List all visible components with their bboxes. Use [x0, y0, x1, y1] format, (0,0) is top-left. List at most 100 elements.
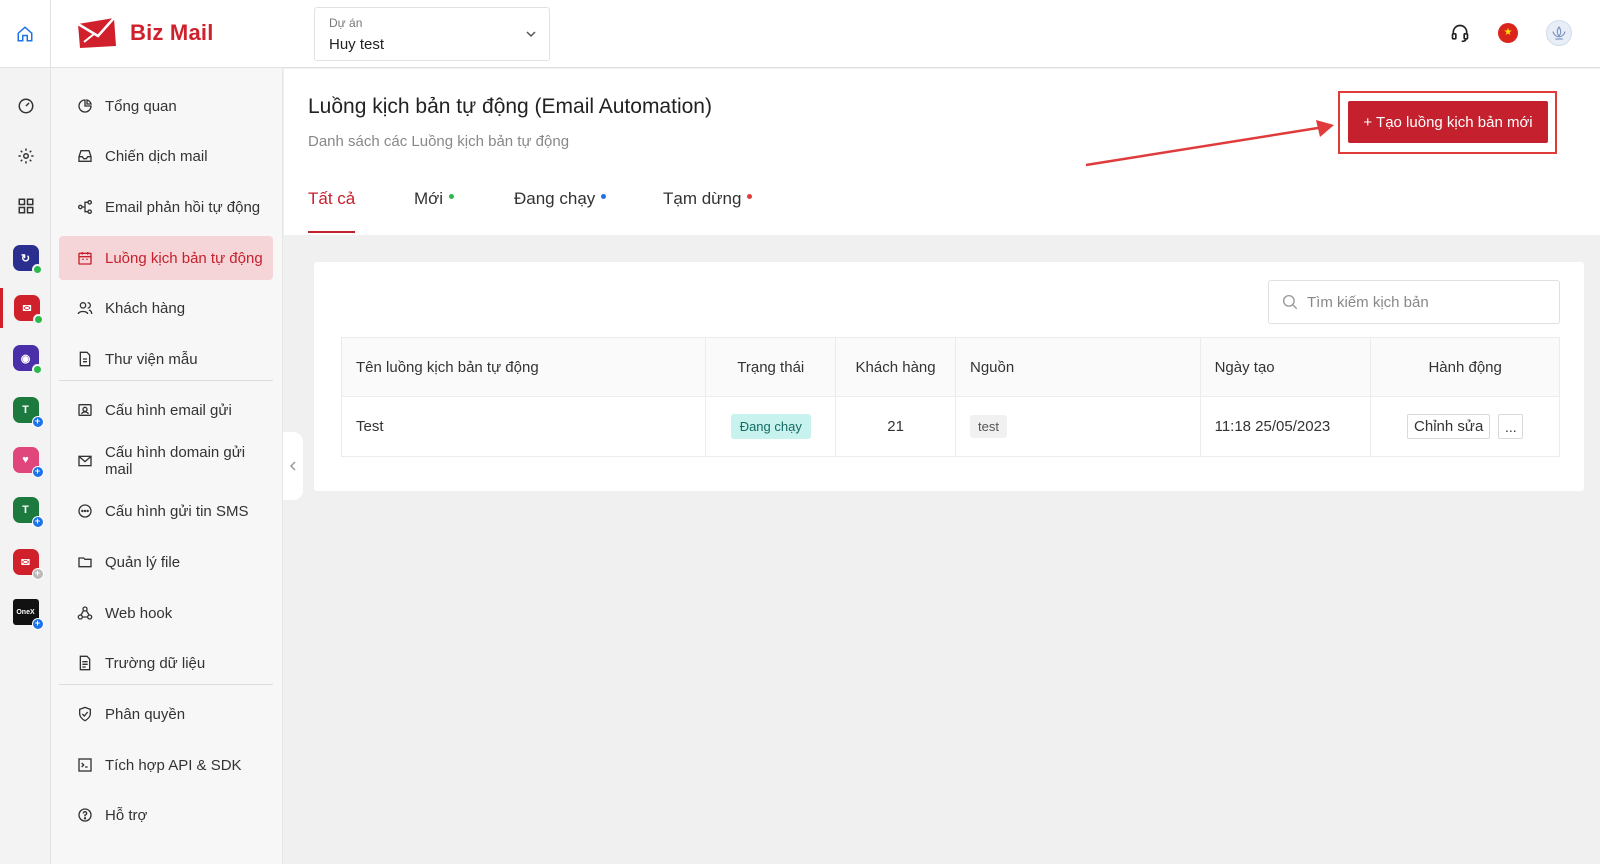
help-circle-icon — [78, 808, 92, 822]
sidebar: Tổng quan Chiến dịch mail Email phản hồi… — [51, 68, 283, 864]
bizmail-logo-icon — [77, 17, 116, 48]
users-icon — [77, 302, 93, 315]
sidebar-item-label: Trường dữ liệu — [105, 654, 206, 672]
sidebar-item-label: Chiến dịch mail — [105, 147, 208, 165]
project-value: Huy test — [329, 36, 385, 53]
home-button[interactable] — [0, 0, 51, 68]
sidebar-divider — [59, 380, 273, 381]
vietnam-flag-icon[interactable]: ★ — [1498, 23, 1518, 43]
table-row[interactable]: Test Đang chạy 21 test 11:18 25/05/2023 … — [342, 397, 1559, 456]
sidebar-item-label: Cấu hình gửi tin SMS — [105, 502, 249, 520]
search-icon — [1282, 294, 1298, 310]
automation-list-card: Tên luồng kịch bản tự động Trạng thái Kh… — [314, 262, 1584, 491]
plus-badge: + — [31, 466, 44, 478]
page-title: Luồng kịch bản tự động (Email Automation… — [308, 95, 712, 118]
calendar-icon — [78, 252, 92, 265]
sidebar-item-domain-config[interactable]: Cấu hình domain gửi mail — [59, 439, 273, 483]
home-icon — [17, 26, 33, 42]
rail-settings[interactable] — [0, 136, 51, 176]
app-rail: ↻ ✉ ◉ T + ♥ + T + ✉ + OneX + — [0, 68, 51, 864]
bizmail-logo[interactable]: Biz Mail — [76, 16, 214, 50]
sidebar-item-label: Web hook — [105, 604, 173, 622]
sidebar-item-sms-config[interactable]: Cấu hình gửi tin SMS — [59, 489, 273, 533]
brand-mail: Mail — [169, 20, 214, 45]
rail-app-bizmail[interactable]: ✉ — [0, 288, 51, 328]
source-cell: test — [956, 397, 1201, 456]
onex-label: OneX — [16, 608, 35, 616]
tab-new[interactable]: Mới — [414, 181, 455, 233]
sidebar-item-label: Tổng quan — [105, 97, 177, 115]
sidebar-item-label: Cấu hình email gửi — [105, 401, 232, 419]
sidebar-collapse-button[interactable] — [283, 432, 303, 500]
column-header: Khách hàng — [836, 337, 956, 397]
rail-app-pink[interactable]: ♥ + — [0, 440, 51, 480]
page-header: Luồng kịch bản tự động (Email Automation… — [284, 69, 1600, 235]
sidebar-item-sender-config[interactable]: Cấu hình email gửi — [59, 388, 273, 432]
sidebar-item-files[interactable]: Quản lý file — [59, 540, 273, 584]
sidebar-item-automation[interactable]: Luồng kịch bản tự động — [59, 236, 273, 280]
shield-check-icon — [79, 706, 91, 722]
sidebar-item-webhook[interactable]: Web hook — [59, 591, 273, 635]
avatar[interactable] — [1546, 20, 1572, 46]
sidebar-item-label: Hỗ trợ — [105, 806, 148, 824]
column-header: Trạng thái — [706, 337, 837, 397]
contact-card-icon — [78, 404, 92, 416]
sidebar-item-label: Cấu hình domain gửi mail — [105, 444, 246, 478]
sidebar-item-campaigns[interactable]: Chiến dịch mail — [59, 134, 273, 178]
gauge-icon — [18, 98, 33, 114]
tab-label: Tạm dừng — [663, 189, 742, 208]
inbox-icon — [78, 150, 92, 162]
rail-app-chat[interactable]: ↻ — [0, 238, 51, 278]
rail-app-mail-2[interactable]: ✉ + — [0, 542, 51, 582]
rail-app-bot[interactable]: ◉ — [0, 338, 51, 378]
rail-app-green-1[interactable]: T + — [0, 390, 51, 430]
customer-count: 21 — [836, 397, 956, 456]
tab-paused[interactable]: Tạm dừng — [663, 181, 753, 233]
sidebar-item-customers[interactable]: Khách hàng — [59, 286, 273, 330]
file-text-icon — [79, 655, 91, 671]
pie-chart-icon — [78, 99, 92, 113]
project-selector[interactable]: Dự án Huy test — [314, 7, 550, 61]
sidebar-item-templates[interactable]: Thư viện mẫu — [59, 337, 273, 381]
mail-app-icon: ✉ + — [12, 549, 44, 580]
user-lotus-icon — [1552, 26, 1566, 40]
sidebar-divider — [59, 684, 273, 685]
sidebar-item-overview[interactable]: Tổng quan — [59, 84, 273, 128]
page-subtitle: Danh sách các Luồng kịch bản tự động — [308, 133, 570, 150]
plus-badge: + — [31, 618, 44, 630]
sidebar-item-permissions[interactable]: Phân quyền — [59, 692, 273, 736]
automation-table: Tên luồng kịch bản tự động Trạng thái Kh… — [341, 337, 1560, 457]
sidebar-item-label: Phân quyền — [105, 705, 186, 723]
create-automation-button[interactable]: + Tạo luồng kịch bản mới — [1348, 101, 1548, 143]
bizmail-app-icon: ✉ — [14, 295, 44, 325]
source-tag: test — [970, 415, 1007, 438]
online-badge — [33, 314, 44, 325]
rail-app-green-2[interactable]: T + — [0, 490, 51, 530]
green-app-icon: T + — [12, 397, 44, 428]
edit-button[interactable]: Chỉnh sửa — [1407, 414, 1491, 439]
sidebar-item-data-fields[interactable]: Trường dữ liệu — [59, 641, 273, 685]
sidebar-item-autoresponder[interactable]: Email phản hồi tự động — [59, 185, 273, 229]
plus-badge: + — [31, 516, 44, 528]
rail-app-onex[interactable]: OneX + — [0, 592, 51, 632]
rail-dashboard[interactable] — [0, 86, 51, 126]
more-actions-button[interactable]: ... — [1498, 414, 1524, 439]
search-input[interactable] — [1307, 293, 1547, 311]
rail-apps[interactable] — [0, 186, 51, 226]
status-dot — [601, 194, 607, 200]
sidebar-item-support[interactable]: Hỗ trợ — [59, 793, 273, 837]
online-badge — [31, 364, 43, 375]
tab-label: Tất cả — [308, 189, 356, 208]
headset-icon[interactable] — [1450, 23, 1470, 43]
automation-name[interactable]: Test — [342, 397, 707, 456]
project-label: Dự án — [329, 16, 363, 30]
sidebar-item-api-sdk[interactable]: Tích hợp API & SDK — [59, 743, 273, 787]
status-dot — [747, 194, 753, 200]
status-badge: Đang chạy — [730, 414, 811, 439]
sidebar-item-label: Quản lý file — [105, 553, 181, 571]
tab-running[interactable]: Đang chạy — [514, 181, 607, 233]
tab-all[interactable]: Tất cả — [308, 181, 356, 233]
search-box[interactable] — [1268, 280, 1560, 324]
column-header: Tên luồng kịch bản tự động — [342, 337, 707, 397]
sidebar-item-label: Khách hàng — [105, 299, 186, 317]
